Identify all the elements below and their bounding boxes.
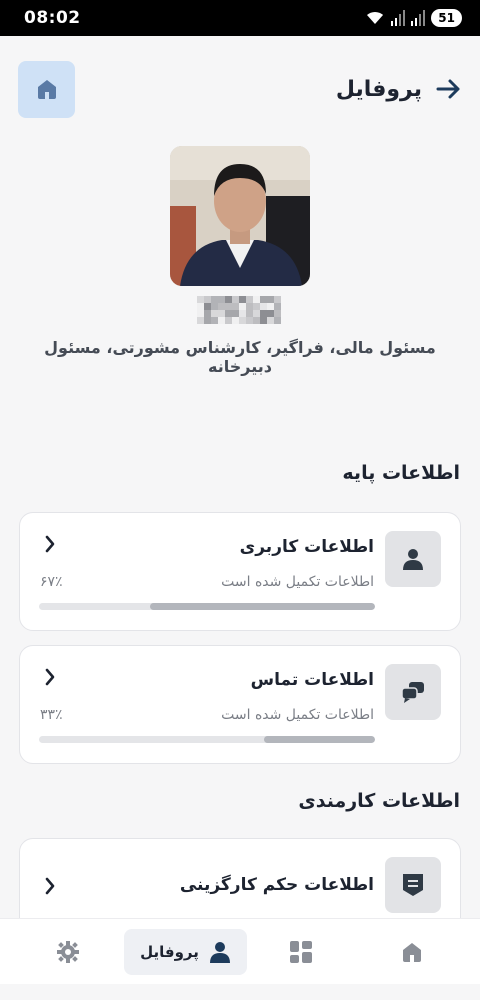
progress-fill bbox=[264, 736, 375, 743]
signal-icon-2 bbox=[411, 10, 426, 26]
section-title-employee: اطلاعات کارمندی bbox=[298, 790, 460, 812]
card-icon-tile bbox=[385, 664, 441, 720]
nav-profile[interactable]: پروفایل bbox=[124, 929, 247, 975]
profile-name-blurred bbox=[197, 296, 281, 324]
nav-home[interactable] bbox=[389, 929, 435, 975]
card-contact-info[interactable]: اطلاعات تماس اطلاعات تکمیل شده است ۳۳٪ bbox=[19, 645, 461, 764]
page-title: پروفایل bbox=[335, 76, 422, 102]
system-nav-strip bbox=[0, 984, 480, 1000]
chat-icon bbox=[401, 682, 424, 703]
nav-settings[interactable] bbox=[45, 929, 91, 975]
signal-icon bbox=[391, 10, 406, 26]
chevron-right-icon bbox=[44, 668, 56, 690]
gear-icon bbox=[57, 941, 79, 963]
bottom-nav: پروفایل bbox=[0, 918, 480, 984]
home-button[interactable] bbox=[18, 60, 75, 118]
progress-bar bbox=[39, 603, 375, 610]
header-title-group: پروفایل bbox=[336, 77, 462, 102]
card-subtitle: اطلاعات تکمیل شده است bbox=[221, 574, 374, 590]
status-bar: 08:02 51 bbox=[0, 0, 480, 36]
home-icon bbox=[37, 80, 56, 99]
user-icon bbox=[403, 549, 423, 570]
card-icon-tile bbox=[385, 857, 441, 913]
status-time: 08:02 bbox=[24, 8, 81, 28]
home-icon bbox=[403, 943, 421, 962]
card-percent: ۶۷٪ bbox=[40, 574, 63, 590]
back-arrow-icon[interactable] bbox=[436, 78, 462, 100]
card-title: اطلاعات حکم کارگزینی bbox=[179, 875, 374, 895]
user-icon bbox=[209, 942, 230, 963]
chevron-right-icon bbox=[44, 877, 56, 899]
wifi-icon bbox=[367, 11, 384, 24]
progress-bar bbox=[39, 736, 375, 743]
card-percent: ۳۳٪ bbox=[40, 707, 63, 723]
battery-badge: 51 bbox=[431, 9, 462, 27]
chevron-right-icon bbox=[44, 535, 56, 557]
card-title: اطلاعات تماس bbox=[250, 670, 374, 690]
card-title: اطلاعات کاربری bbox=[239, 537, 374, 557]
card-subtitle: اطلاعات تکمیل شده است bbox=[221, 707, 374, 723]
nav-dashboard[interactable] bbox=[278, 929, 324, 975]
status-icons: 51 bbox=[365, 9, 462, 27]
card-user-info[interactable]: اطلاعات کاربری اطلاعات تکمیل شده است ۶۷٪ bbox=[19, 512, 461, 631]
nav-profile-label: پروفایل bbox=[140, 943, 199, 961]
badge-icon bbox=[403, 874, 423, 896]
section-title-basic: اطلاعات پایه bbox=[342, 462, 460, 484]
profile-avatar bbox=[170, 146, 310, 286]
progress-fill bbox=[149, 603, 375, 610]
grid-icon bbox=[290, 941, 312, 963]
card-icon-tile bbox=[385, 531, 441, 587]
app-header: پروفایل bbox=[18, 60, 462, 118]
profile-roles: مسئول مالی، فراگیر، کارشناس مشورتی، مسئو… bbox=[44, 338, 436, 376]
